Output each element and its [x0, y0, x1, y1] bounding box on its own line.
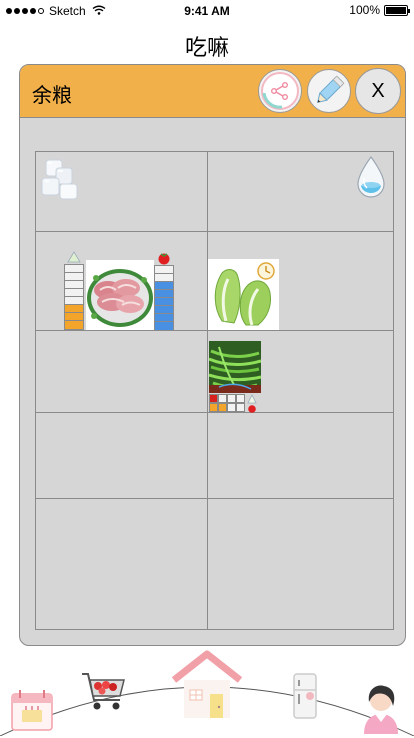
storage-grid — [35, 151, 394, 630]
water-item[interactable] — [354, 154, 388, 204]
grid-divider — [207, 152, 208, 629]
grid-row — [36, 152, 393, 232]
ice-icon — [41, 159, 78, 200]
water-drop-icon — [357, 156, 385, 198]
panel-title: 余粮 — [32, 83, 72, 107]
grid-row — [36, 413, 393, 499]
calendar-icon — [11, 690, 53, 731]
cart-icon — [82, 673, 125, 710]
tab-fridge[interactable] — [290, 672, 320, 724]
share-button[interactable] — [258, 69, 302, 113]
tomato-icon — [158, 253, 170, 265]
status-bar: Sketch 9:41 AM 100% — [0, 0, 414, 22]
quantity-meter — [154, 265, 174, 331]
home-icon — [171, 650, 243, 718]
page-title: 吃嘛 — [184, 36, 229, 61]
ice-item[interactable] — [40, 154, 82, 206]
freshness-meter — [64, 264, 84, 330]
level-marker-icon — [67, 251, 81, 263]
tab-calendar[interactable] — [10, 686, 54, 736]
close-button[interactable]: X — [355, 68, 401, 114]
green-beans-icon — [208, 341, 262, 393]
tab-shopping[interactable] — [80, 668, 128, 718]
cabbage-item[interactable] — [208, 259, 279, 330]
battery-percent: 100% — [349, 3, 380, 17]
fridge-icon — [293, 673, 317, 719]
panel-header: 余粮 X — [20, 65, 405, 118]
tab-bar — [0, 648, 414, 736]
share-icon — [261, 72, 299, 110]
meat-item[interactable] — [86, 260, 154, 330]
tab-profile[interactable] — [358, 682, 404, 738]
green-beans-item[interactable] — [208, 341, 262, 393]
battery-icon — [384, 4, 410, 16]
clock-icon — [257, 262, 275, 280]
leftovers-panel: 余粮 X — [19, 64, 406, 646]
beans-quantity-bar — [209, 403, 257, 413]
meat-icon — [87, 269, 153, 327]
tab-home[interactable] — [170, 650, 244, 724]
edit-icon — [317, 75, 345, 103]
edit-button[interactable] — [307, 69, 351, 113]
tomato-icon — [248, 405, 256, 413]
user-icon — [364, 685, 398, 734]
battery-group: 100% — [349, 3, 410, 17]
